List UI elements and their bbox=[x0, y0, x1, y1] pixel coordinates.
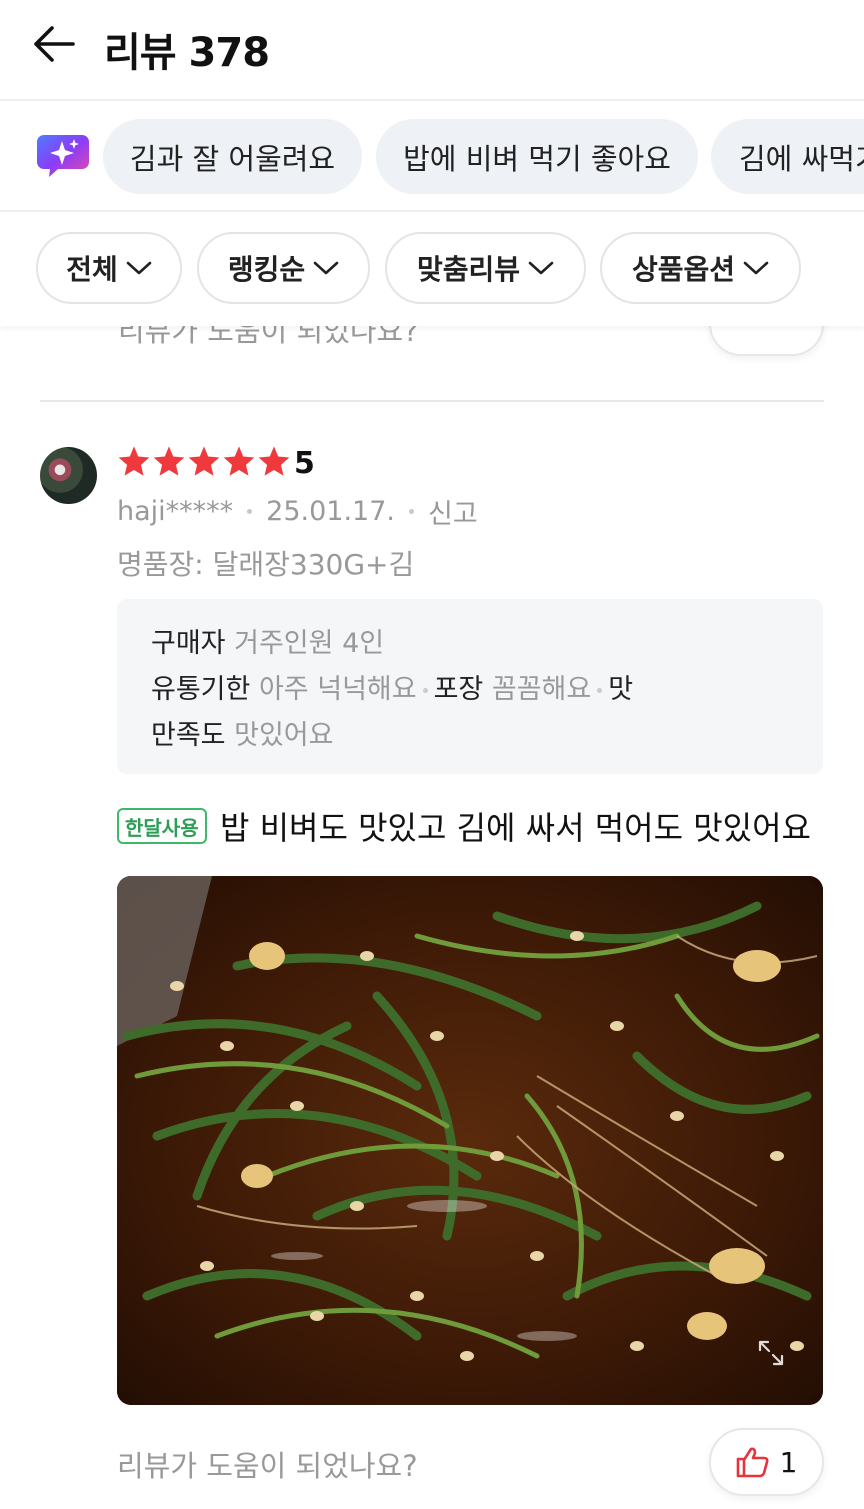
top-bar: 리뷰 378 bbox=[0, 0, 864, 101]
keyword-chip[interactable]: 밥에 비벼 먹기 좋아요 bbox=[376, 119, 698, 194]
expand-icon[interactable] bbox=[757, 1339, 785, 1367]
filter-label: 전체 bbox=[66, 253, 118, 286]
separator-dot bbox=[597, 688, 603, 693]
survey-key: 포장 bbox=[433, 674, 484, 705]
like-button[interactable]: 1 bbox=[709, 1428, 824, 1496]
survey-key: 맛 bbox=[608, 674, 634, 705]
review-date: 25.01.17. bbox=[266, 496, 395, 527]
survey-value: 아주 넉넉해요 bbox=[258, 674, 417, 705]
page-title: 리뷰 378 bbox=[104, 30, 270, 76]
filter-label: 랭킹순 bbox=[227, 253, 306, 286]
ai-sparkle-icon bbox=[37, 135, 89, 177]
star-icon bbox=[258, 446, 290, 476]
survey-line: 유통기한 아주 넉넉해요 포장 꼼꼼해요 맛 bbox=[151, 667, 789, 713]
review-divider bbox=[40, 400, 824, 402]
author-id: haji***** bbox=[117, 496, 234, 527]
survey-value: 거주인원 4인 bbox=[234, 628, 385, 659]
review-meta: haji***** 25.01.17. 신고 bbox=[117, 492, 478, 531]
filter-bar: 전체 랭킹순 맞춤리뷰 상품옵션 bbox=[0, 212, 864, 326]
survey-key: 유통기한 bbox=[151, 674, 251, 705]
survey-value: 꼼꼼해요 bbox=[491, 674, 592, 705]
usage-badge: 한달사용 bbox=[117, 808, 207, 844]
filter-label: 상품옵션 bbox=[631, 253, 736, 286]
avatar bbox=[40, 447, 97, 504]
filter-label: 맞춤리뷰 bbox=[416, 253, 521, 286]
product-option: 명품장: 달래장330G+김 bbox=[117, 548, 415, 581]
filter-all-dropdown[interactable]: 전체 bbox=[36, 232, 182, 304]
chevron-down-icon bbox=[313, 261, 339, 275]
survey-key: 구매자 bbox=[151, 628, 226, 659]
separator-dot bbox=[409, 509, 414, 514]
like-count: 1 bbox=[779, 1445, 798, 1479]
review-photo[interactable] bbox=[117, 876, 823, 1405]
filter-product-option-dropdown[interactable]: 상품옵션 bbox=[600, 232, 801, 304]
survey-box: 구매자 거주인원 4인 유통기한 아주 넉넉해요 포장 꼼꼼해요 맛 만족도 맛있어… bbox=[117, 599, 823, 774]
report-link[interactable]: 신고 bbox=[428, 492, 478, 531]
survey-line: 구매자 거주인원 4인 bbox=[151, 621, 789, 667]
star-icon bbox=[223, 446, 255, 476]
keyword-chip-bar: 김과 잘 어울려요 밥에 비벼 먹기 좋아요 김에 싸먹기 bbox=[0, 101, 864, 212]
helpful-question: 리뷰가 도움이 되었나요? bbox=[117, 1449, 418, 1483]
photo-image bbox=[117, 876, 823, 1405]
rating-value: 5 bbox=[294, 446, 315, 481]
star-icon bbox=[118, 446, 150, 476]
survey-value: 맛있어요 bbox=[234, 720, 334, 751]
survey-line: 만족도 맛있어요 bbox=[151, 713, 789, 759]
back-button[interactable] bbox=[30, 22, 78, 66]
survey-key: 만족도 bbox=[151, 720, 226, 751]
star-icon bbox=[188, 446, 220, 476]
filter-sort-dropdown[interactable]: 랭킹순 bbox=[197, 232, 370, 304]
separator-dot bbox=[247, 509, 253, 514]
chevron-down-icon bbox=[528, 261, 554, 275]
back-arrow-icon bbox=[34, 26, 75, 62]
chevron-down-icon bbox=[743, 261, 769, 275]
review-body: 밥 비벼도 맛있고 김에 싸서 먹어도 맛있어요 bbox=[220, 809, 811, 847]
keyword-chip[interactable]: 김에 싸먹기 bbox=[711, 119, 864, 194]
chevron-down-icon bbox=[126, 261, 152, 275]
star-icon bbox=[153, 446, 185, 476]
separator-dot bbox=[422, 688, 428, 693]
star-rating bbox=[117, 445, 291, 477]
filter-custom-review-dropdown[interactable]: 맞춤리뷰 bbox=[385, 232, 586, 304]
keyword-chip[interactable]: 김과 잘 어울려요 bbox=[103, 119, 362, 194]
thumbs-up-icon bbox=[736, 1447, 769, 1478]
